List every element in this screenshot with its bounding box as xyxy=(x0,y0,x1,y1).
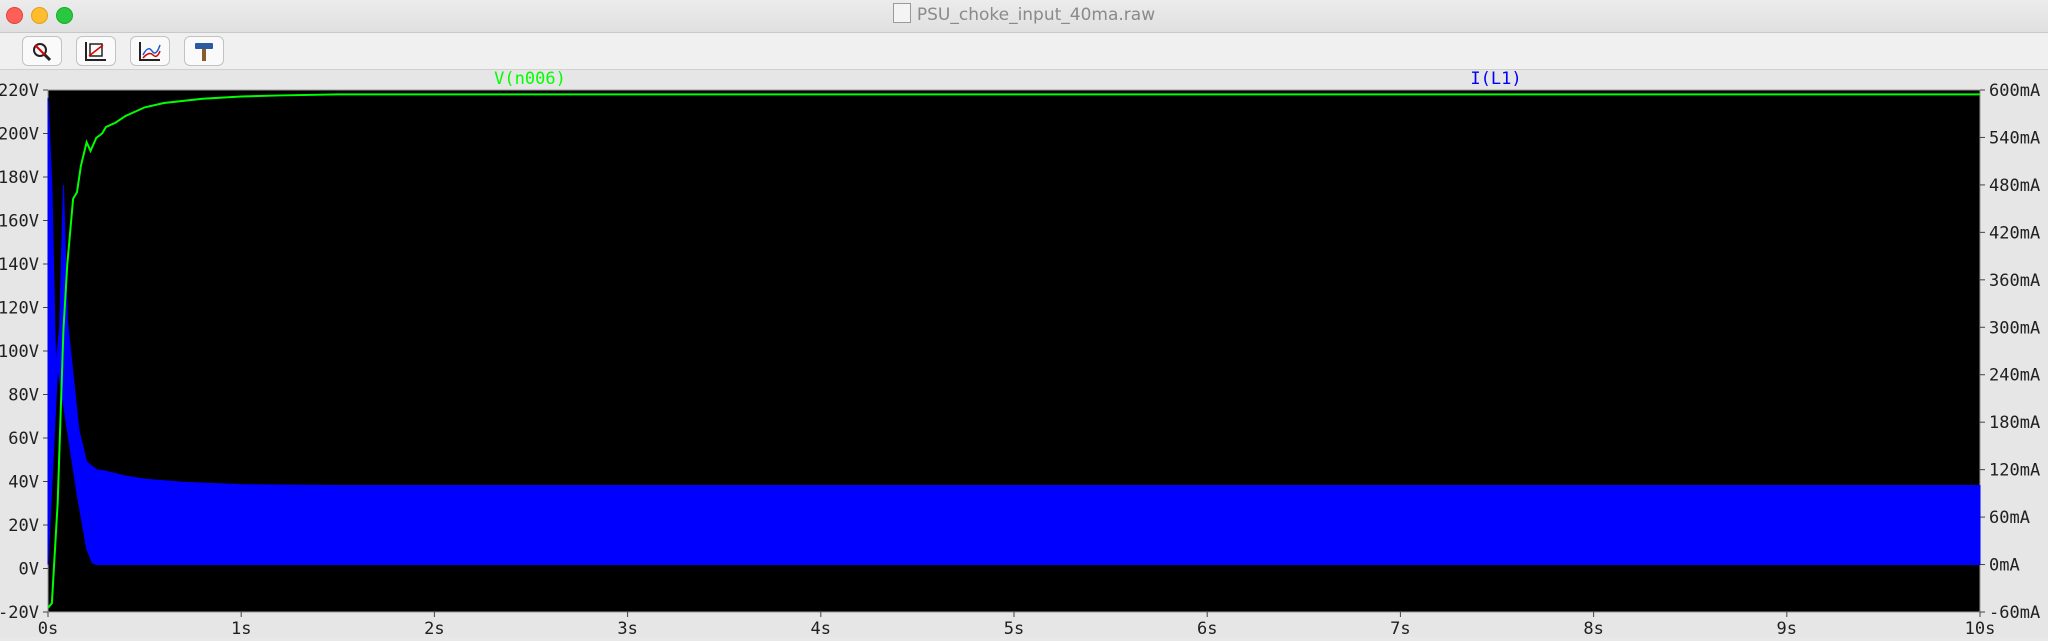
hammer-button[interactable] xyxy=(184,36,224,66)
y-left-tick-label: 160V xyxy=(0,212,39,232)
autorange-icon xyxy=(85,42,106,61)
x-tick-label: 4s xyxy=(811,619,831,637)
y-left-tick-label: 120V xyxy=(0,299,39,319)
y-left-tick-label: 180V xyxy=(0,168,39,188)
y-left-tick-label: 80V xyxy=(8,386,39,406)
y-right-tick-label: 540mA xyxy=(1989,128,2040,148)
y-right-tick-label: 240mA xyxy=(1989,366,2040,386)
x-tick-label: 5s xyxy=(1004,619,1024,637)
y-right-tick-label: 180mA xyxy=(1989,413,2040,433)
y-right-tick-label: 420mA xyxy=(1989,223,2040,243)
y-right-tick-label: 60mA xyxy=(1989,508,2030,528)
zoom-cancel-icon xyxy=(33,43,52,62)
legend-i-l1: I(L1) xyxy=(1470,70,1521,89)
zoom-cancel-button[interactable] xyxy=(22,36,62,66)
document-icon xyxy=(892,3,911,23)
y-left-tick-label: 60V xyxy=(8,429,39,449)
window-title-text: PSU_choke_input_40ma.raw xyxy=(916,5,1156,25)
x-tick-label: 8s xyxy=(1583,619,1603,637)
y-left-tick-label: 0V xyxy=(19,560,39,580)
window-title: PSU_choke_input_40ma.raw xyxy=(0,0,2048,32)
y-left-tick-label: 200V xyxy=(0,125,39,145)
x-tick-label: 10s xyxy=(1965,619,1996,637)
y-right-tick-label: -60mA xyxy=(1989,603,2040,623)
plot-area: 220V 200V 180V 160V 140V 120V 100V 80V 60V 40V 20V… xyxy=(0,69,2048,639)
x-tick-label: 6s xyxy=(1197,619,1217,637)
legend-v-n006: V(n006) xyxy=(494,70,566,89)
y-left-tick-label: 20V xyxy=(8,516,39,536)
x-tick-label: 0s xyxy=(38,619,58,637)
y-left-tick-label: 140V xyxy=(0,255,39,275)
x-tick-label: 9s xyxy=(1777,619,1797,637)
pick-visible-traces-icon xyxy=(139,42,161,61)
y-left-tick-label: 100V xyxy=(0,342,39,362)
y-right-tick-label: 0mA xyxy=(1989,556,2020,576)
y-left-tick-label: 220V xyxy=(0,81,39,101)
x-tick-label: 7s xyxy=(1390,619,1410,637)
y-left-tick-label: -20V xyxy=(0,603,39,623)
y-right-tick-label: 480mA xyxy=(1989,176,2040,196)
pick-visible-traces-button[interactable] xyxy=(130,36,170,66)
x-tick-label: 3s xyxy=(617,619,637,637)
y-left-tick-label: 40V xyxy=(8,473,39,493)
y-right-tick-label: 600mA xyxy=(1989,81,2040,101)
toolbar xyxy=(0,33,2048,70)
x-tick-label: 2s xyxy=(424,619,444,637)
hammer-icon xyxy=(195,43,213,61)
waveform-plot[interactable]: 220V 200V 180V 160V 140V 120V 100V 80V 60V 40V 20V… xyxy=(0,69,2048,639)
y-right-tick-label: 120mA xyxy=(1989,461,2040,481)
x-tick-label: 1s xyxy=(231,619,251,637)
y-right-tick-label: 360mA xyxy=(1989,271,2040,291)
y-right-tick-label: 300mA xyxy=(1989,318,2040,338)
autorange-button[interactable] xyxy=(76,36,116,66)
window-titlebar: PSU_choke_input_40ma.raw xyxy=(0,0,2048,33)
